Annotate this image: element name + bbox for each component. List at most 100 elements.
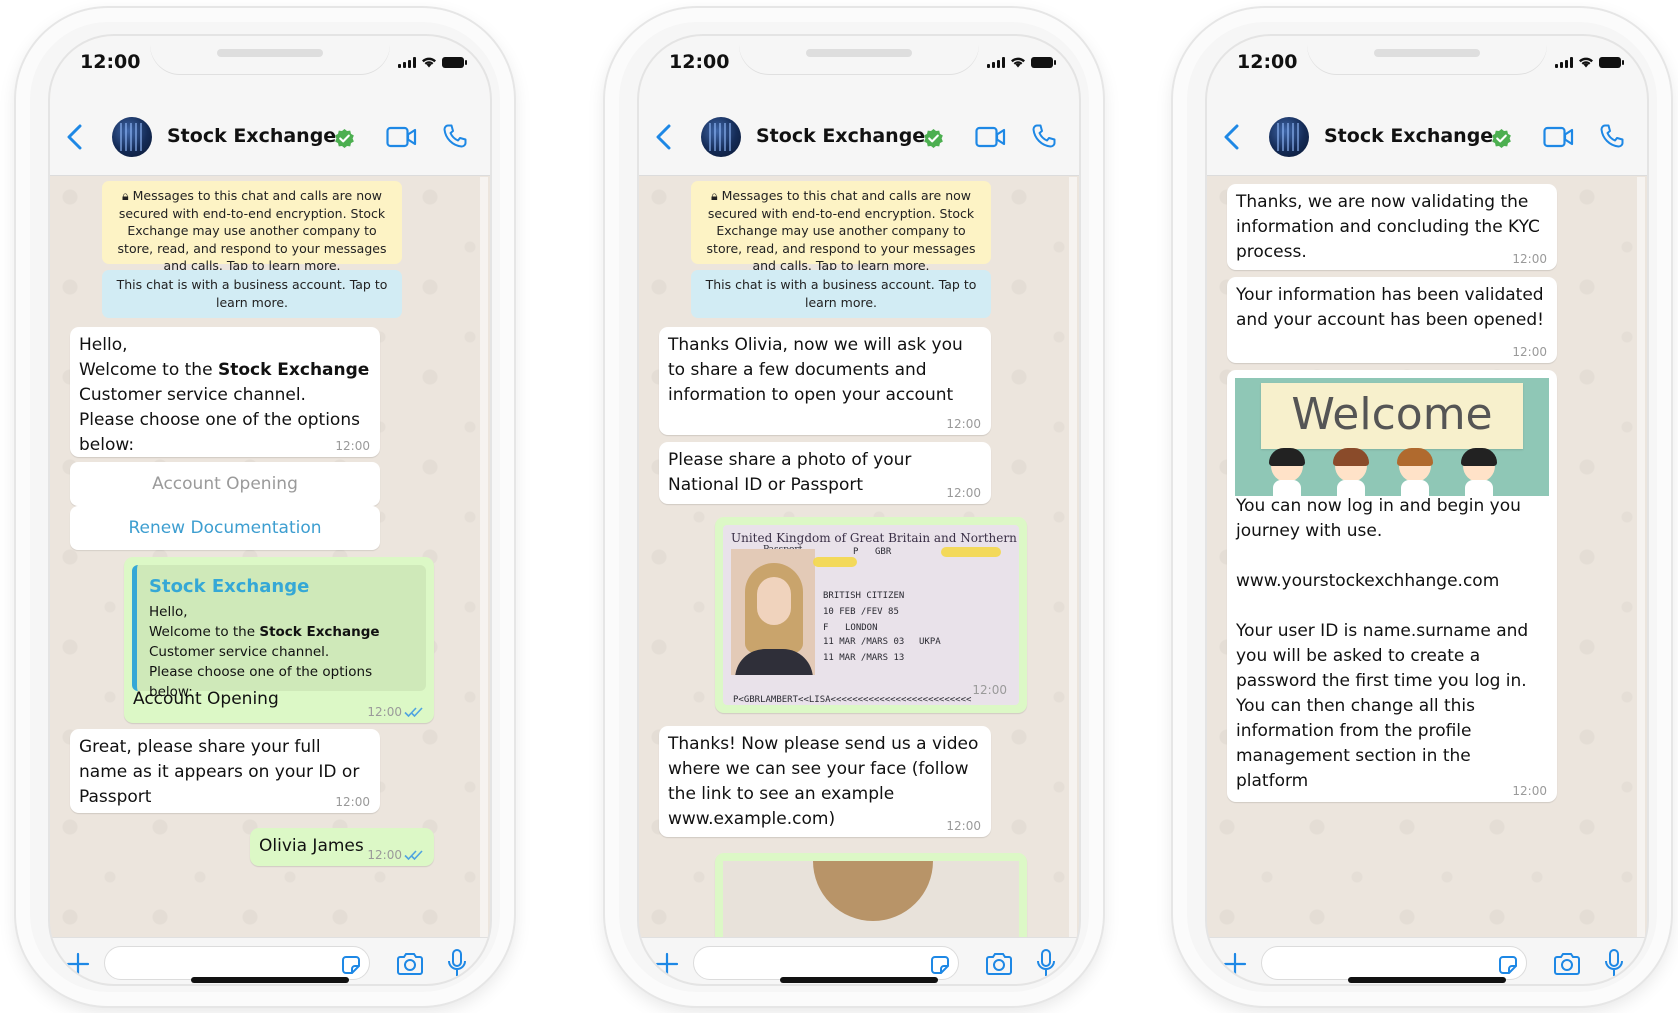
- quoted-reply-message: Stock Exchange Hello, Welcome to the Sto…: [124, 557, 434, 723]
- phone-screen-3: 12:00 Stock Exchange Thanks, we are now …: [1207, 36, 1647, 984]
- message-input[interactable]: [693, 946, 959, 980]
- selfie-photo-message[interactable]: [715, 853, 1027, 937]
- scrollbar[interactable]: [1069, 177, 1077, 937]
- sticker-icon[interactable]: [1497, 954, 1519, 976]
- message-time: 12:00: [946, 819, 981, 833]
- passport-header: United Kingdom of Great Britain and Nort…: [731, 531, 1019, 545]
- message-meta: 12:00: [335, 439, 370, 453]
- message-time: 12:00: [335, 795, 370, 809]
- battery-icon: [442, 56, 467, 68]
- quoted-message[interactable]: Stock Exchange Hello, Welcome to the Sto…: [132, 565, 426, 699]
- sticker-icon[interactable]: [340, 954, 362, 976]
- chat-area[interactable]: 🔒︎ Messages to this chat and calls are n…: [639, 177, 1079, 937]
- home-indicator[interactable]: [780, 977, 938, 983]
- message-text: Your information has been validated and …: [1236, 285, 1544, 330]
- message-input[interactable]: [1261, 946, 1527, 980]
- message-text: You can now log in and begin you journey…: [1236, 496, 1529, 791]
- video-call-icon[interactable]: [386, 126, 417, 148]
- message-text: Hello, Welcome to the Stock Exchange Cus…: [79, 335, 370, 455]
- voice-call-icon[interactable]: [442, 123, 468, 149]
- chat-area[interactable]: Thanks, we are now validating the inform…: [1207, 177, 1647, 937]
- business-notice-text: This chat is with a business account. Ta…: [116, 277, 388, 310]
- system-icons: [1555, 56, 1624, 68]
- name-reply-message: Olivia James 12:00: [250, 828, 434, 866]
- home-indicator[interactable]: [191, 977, 349, 983]
- status-bar: 12:00: [1207, 36, 1647, 98]
- option-account-opening-button[interactable]: Account Opening: [70, 462, 380, 506]
- passport-photo-message[interactable]: United Kingdom of Great Britain and Nort…: [715, 517, 1027, 713]
- signal-icon: [398, 56, 416, 68]
- camera-icon[interactable]: [985, 952, 1013, 976]
- video-call-icon[interactable]: [975, 126, 1006, 148]
- welcome-banner-image[interactable]: Welcome: [1235, 378, 1549, 496]
- wifi-icon: [1579, 57, 1593, 68]
- chat-area[interactable]: 🔒︎ Messages to this chat and calls are n…: [50, 177, 490, 937]
- microphone-icon[interactable]: [1036, 949, 1056, 977]
- account-opened-message: Your information has been validated and …: [1227, 277, 1557, 363]
- plus-icon[interactable]: [1223, 952, 1247, 976]
- option-renew-documentation-button[interactable]: Renew Documentation: [70, 506, 380, 550]
- signal-icon: [987, 56, 1005, 68]
- passport-image[interactable]: United Kingdom of Great Britain and Nort…: [723, 525, 1019, 705]
- wifi-icon: [1011, 57, 1025, 68]
- scrollbar[interactable]: [480, 177, 488, 937]
- encryption-notice-text: Messages to this chat and calls are now …: [117, 188, 387, 273]
- passport-country: GBR: [875, 547, 892, 557]
- message-meta: 12:00: [1512, 784, 1547, 798]
- redaction-mark: [813, 557, 857, 567]
- business-account-notice[interactable]: This chat is with a business account. Ta…: [102, 270, 402, 318]
- camera-icon[interactable]: [1553, 952, 1581, 976]
- microphone-icon[interactable]: [447, 949, 467, 977]
- documents-request-message: Thanks Olivia, now we will ask you to sh…: [659, 327, 991, 435]
- ask-name-message: Great, please share your full name as it…: [70, 729, 380, 813]
- contact-avatar[interactable]: [701, 117, 741, 157]
- video-call-icon[interactable]: [1543, 126, 1574, 148]
- message-text: Thanks Olivia, now we will ask you to sh…: [668, 335, 963, 405]
- phone-frame-1: 12:00 Stock Exchange 🔒︎ Messages to this…: [16, 8, 514, 1006]
- contact-name[interactable]: Stock Exchange: [167, 125, 336, 147]
- message-time: 12:00: [1512, 784, 1547, 798]
- plus-icon[interactable]: [655, 952, 679, 976]
- status-time: 12:00: [1237, 51, 1298, 73]
- message-input[interactable]: [104, 946, 370, 980]
- encryption-notice[interactable]: 🔒︎ Messages to this chat and calls are n…: [691, 181, 991, 273]
- message-meta: 12:00: [946, 417, 981, 431]
- camera-icon[interactable]: [396, 952, 424, 976]
- welcome-message: Hello, Welcome to the Stock Exchange Cus…: [70, 327, 380, 457]
- contact-avatar[interactable]: [112, 117, 152, 157]
- contact-name[interactable]: Stock Exchange: [1324, 125, 1493, 147]
- message-time: 12:00: [1512, 345, 1547, 359]
- wifi-icon: [422, 57, 436, 68]
- verified-badge-icon: [1492, 128, 1511, 149]
- message-meta: 12:00: [946, 486, 981, 500]
- speaker: [217, 49, 323, 57]
- plus-icon[interactable]: [66, 952, 90, 976]
- message-text: Thanks, we are now validating the inform…: [1236, 192, 1540, 262]
- business-account-notice[interactable]: This chat is with a business account. Ta…: [691, 270, 991, 318]
- selfie-image[interactable]: [723, 861, 1019, 937]
- back-arrow-icon[interactable]: [651, 122, 677, 152]
- voice-call-icon[interactable]: [1031, 123, 1057, 149]
- encryption-notice-text: Messages to this chat and calls are now …: [706, 188, 976, 273]
- back-arrow-icon[interactable]: [62, 122, 88, 152]
- contact-name[interactable]: Stock Exchange: [756, 125, 925, 147]
- scrollbar[interactable]: [1637, 177, 1645, 937]
- voice-call-icon[interactable]: [1599, 123, 1625, 149]
- message-text: Great, please share your full name as it…: [79, 737, 360, 807]
- message-time: 12:00: [946, 417, 981, 431]
- message-time: 12:00: [946, 486, 981, 500]
- home-indicator[interactable]: [1348, 977, 1506, 983]
- microphone-icon[interactable]: [1604, 949, 1624, 977]
- contact-avatar[interactable]: [1269, 117, 1309, 157]
- phone-screen-2: 12:00 Stock Exchange 🔒︎ Messages to this…: [639, 36, 1079, 984]
- lock-icon: 🔒︎: [711, 188, 722, 203]
- redaction-mark: [941, 547, 1001, 557]
- sticker-icon[interactable]: [929, 954, 951, 976]
- message-meta: 12:00: [946, 819, 981, 833]
- phone-screen-1: 12:00 Stock Exchange 🔒︎ Messages to this…: [50, 36, 490, 984]
- signal-icon: [1555, 56, 1573, 68]
- back-arrow-icon[interactable]: [1219, 122, 1245, 152]
- encryption-notice[interactable]: 🔒︎ Messages to this chat and calls are n…: [102, 181, 402, 273]
- chat-header: Stock Exchange: [639, 98, 1079, 176]
- status-bar: 12:00: [639, 36, 1079, 98]
